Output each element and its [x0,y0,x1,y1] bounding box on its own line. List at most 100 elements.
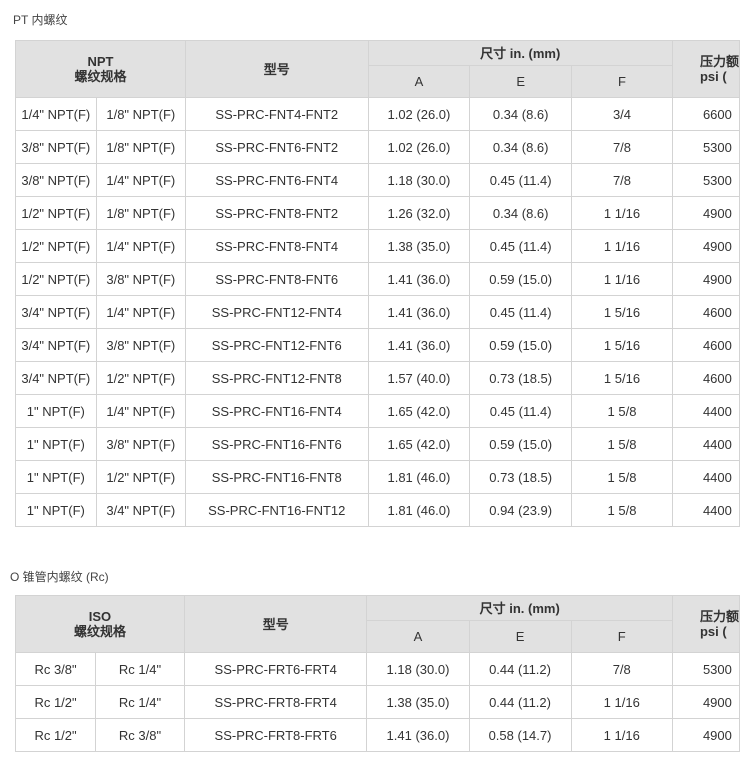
cell-dim-e: 0.44 (11.2) [468,685,572,719]
cell-pressure: 4900 [671,229,740,263]
cell-dim-f: 3/4 [571,97,673,131]
cell-dim-f: 7/8 [571,163,673,197]
cell-dim-e: 0.73 (18.5) [469,361,573,395]
cell-model: SS-PRC-FRT8-FRT4 [183,685,368,719]
cell-dim-e: 0.45 (11.4) [469,394,573,428]
table-row: 1" NPT(F) 3/8" NPT(F) SS-PRC-FNT16-FNT6 1.6… [15,427,740,461]
table-row: 3/4" NPT(F) 3/8" NPT(F) SS-PRC-FNT12-FNT6 1… [15,328,740,362]
cell-pressure: 4400 [671,427,740,461]
cell-dim-a: 1.65 (42.0) [367,394,471,428]
cell-dim-e: 0.94 (23.9) [469,493,573,527]
cell-dim-f: 1 5/8 [571,427,673,461]
cell-pressure: 5300 [671,652,740,686]
cell-thread-1: Rc 1/2" [14,718,97,752]
cell-pressure: 4600 [671,328,740,362]
cell-dim-f: 1 1/16 [570,718,673,752]
header-pressure: 压力额 psi ( [671,40,740,98]
cell-thread-2: 1/8" NPT(F) [95,97,187,131]
cell-dim-f: 1 5/16 [571,361,673,395]
cell-dim-e: 0.59 (15.0) [469,427,573,461]
cell-pressure: 4400 [671,493,740,527]
cell-dim-a: 1.41 (36.0) [366,718,470,752]
cell-model: SS-PRC-FNT8-FNT6 [185,262,369,296]
cell-thread-2: 1/2" NPT(F) [95,361,187,395]
cell-dim-a: 1.26 (32.0) [367,196,471,230]
cell-pressure: 5300 [671,130,740,164]
cell-pressure: 4400 [671,394,740,428]
cell-dim-e: 0.58 (14.7) [468,718,572,752]
cell-pressure: 4600 [671,361,740,395]
cell-dim-e: 0.45 (11.4) [469,229,573,263]
header-col-f: F [570,620,673,653]
cell-dim-a: 1.02 (26.0) [367,130,471,164]
cell-dim-e: 0.59 (15.0) [469,262,573,296]
cell-dim-f: 1 5/16 [571,328,673,362]
cell-dim-a: 1.65 (42.0) [367,427,471,461]
cell-thread-2: 3/8" NPT(F) [95,262,187,296]
cell-dim-f: 7/8 [570,652,673,686]
table-row: 1" NPT(F) 1/2" NPT(F) SS-PRC-FNT16-FNT8 1.8… [15,460,740,494]
npt-spec-table: NPT 螺纹规格 型号 尺寸 in. (mm) 压力额 psi (A E F 1/4" NPT… [15,40,740,527]
header-thread-spec: ISO 螺纹规格 [15,595,185,653]
header-thread-standard: NPT [87,54,114,69]
table-row: Rc 3/8" Rc 1/4" SS-PRC-FRT6-FRT4 1.18 (30.0… [14,652,740,686]
header-col-e: E [469,65,573,98]
header-pressure: 压力额 psi ( [671,595,740,653]
cell-model: SS-PRC-FNT6-FNT2 [185,130,369,164]
cell-dim-f: 1 1/16 [571,262,673,296]
header-col-a: A [366,620,470,653]
table-row: 3/8" NPT(F) 1/4" NPT(F) SS-PRC-FNT6-FNT4 1.… [15,163,740,197]
cell-dim-f: 1 1/16 [571,196,673,230]
header-col-a: A [367,65,471,98]
header-col-e: E [468,620,572,653]
table-row: 1/2" NPT(F) 3/8" NPT(F) SS-PRC-FNT8-FNT6 1.… [15,262,740,296]
header-model: 型号 [183,595,368,653]
header-thread-standard: ISO [88,609,112,624]
header-pressure-unit: psi ( [699,624,727,639]
cell-thread-1: 1/2" NPT(F) [15,262,97,296]
iso-spec-table: ISO 螺纹规格 型号 尺寸 in. (mm) 压力额 psi (A E F Rc 3/8" R… [14,595,740,752]
cell-model: SS-PRC-FRT6-FRT4 [183,652,368,686]
table-row: 1/4" NPT(F) 1/8" NPT(F) SS-PRC-FNT4-FNT2 1.… [15,97,740,131]
cell-model: SS-PRC-FNT16-FNT4 [185,394,369,428]
cell-pressure: 4900 [671,262,740,296]
table-row: 3/4" NPT(F) 1/2" NPT(F) SS-PRC-FNT12-FNT8 1… [15,361,740,395]
cell-thread-1: Rc 3/8" [14,652,97,686]
cell-pressure: 4400 [671,460,740,494]
cell-thread-2: 1/8" NPT(F) [95,130,187,164]
header-pressure-unit: psi ( [699,69,727,84]
cell-model: SS-PRC-FNT16-FNT8 [185,460,369,494]
table-row: 1/2" NPT(F) 1/8" NPT(F) SS-PRC-FNT8-FNT2 1.… [15,196,740,230]
cell-thread-1: 1" NPT(F) [15,427,97,461]
cell-dim-a: 1.81 (46.0) [367,493,471,527]
cell-thread-1: 1/2" NPT(F) [15,196,97,230]
table-row: Rc 1/2" Rc 1/4" SS-PRC-FRT8-FRT4 1.38 (35.0… [14,685,740,719]
cell-dim-a: 1.81 (46.0) [367,460,471,494]
cell-dim-e: 0.45 (11.4) [469,295,573,329]
cell-thread-2: Rc 1/4" [95,652,185,686]
cell-dim-f: 1 5/8 [571,493,673,527]
cell-pressure: 4900 [671,685,740,719]
cell-thread-1: 3/8" NPT(F) [15,163,97,197]
cell-dim-f: 1 1/16 [570,685,673,719]
cell-thread-1: 3/4" NPT(F) [15,295,97,329]
cell-thread-1: 1" NPT(F) [15,460,97,494]
cell-pressure: 4900 [671,196,740,230]
cell-thread-2: 1/4" NPT(F) [95,229,187,263]
cell-model: SS-PRC-FNT8-FNT4 [185,229,369,263]
cell-dim-e: 0.34 (8.6) [469,130,573,164]
cell-model: SS-PRC-FNT16-FNT6 [185,427,369,461]
cell-thread-2: Rc 3/8" [95,718,185,752]
section-title-iso: O 锥管内螺纹 (Rc) [10,570,109,584]
cell-thread-1: 3/4" NPT(F) [15,361,97,395]
cell-thread-2: 3/8" NPT(F) [95,328,187,362]
cell-dim-a: 1.02 (26.0) [367,97,471,131]
cell-pressure: 4900 [671,718,740,752]
header-thread-spec-label: 螺纹规格 [74,69,127,84]
section-title-npt: PT 内螺纹 [13,13,68,27]
table-row: 3/4" NPT(F) 1/4" NPT(F) SS-PRC-FNT12-FNT4 1… [15,295,740,329]
cell-dim-e: 0.34 (8.6) [469,196,573,230]
cell-dim-a: 1.41 (36.0) [367,328,471,362]
cell-dim-a: 1.41 (36.0) [367,295,471,329]
cell-dim-e: 0.44 (11.2) [468,652,572,686]
